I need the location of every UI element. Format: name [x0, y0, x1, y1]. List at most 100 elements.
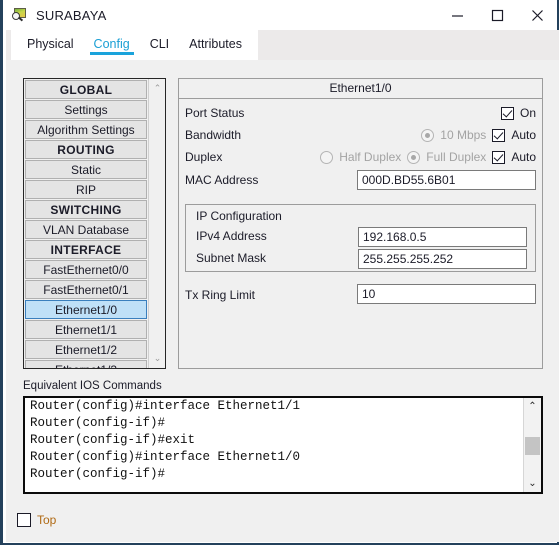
window-controls: [437, 0, 557, 30]
sidebar-item-label: Ethernet1/3: [55, 363, 117, 368]
chevron-down-icon[interactable]: ⌄: [149, 350, 166, 367]
scrollbar-thumb[interactable]: [525, 437, 540, 455]
ipv4-address-label: IPv4 Address: [196, 229, 267, 243]
sidebar-item-fastethernet0-0[interactable]: FastEthernet0/0: [25, 260, 147, 279]
packet-tracer-device-icon: [12, 7, 28, 23]
mac-address-row: MAC Address 000D.BD55.6B01: [179, 168, 542, 192]
full-duplex-label: Full Duplex: [426, 150, 487, 164]
sidebar-item-global[interactable]: GLOBAL: [25, 80, 147, 99]
tab-physical-label: Physical: [27, 37, 74, 51]
half-duplex-label: Half Duplex: [339, 150, 402, 164]
sidebar-item-label: ROUTING: [57, 143, 115, 157]
ip-configuration-group: IP Configuration IPv4 Address 192.168.0.…: [185, 204, 536, 272]
sidebar-scrollbar[interactable]: ⌃ ⌄: [148, 79, 165, 368]
tab-cli-label: CLI: [149, 37, 170, 51]
tx-ring-limit-input[interactable]: 10: [357, 284, 536, 304]
sidebar-item-algorithm-settings[interactable]: Algorithm Settings: [25, 120, 147, 139]
tab-physical[interactable]: Physical: [17, 30, 84, 60]
equivalent-ios-commands-label: Equivalent IOS Commands: [23, 380, 162, 392]
sidebar-item-static[interactable]: Static: [25, 160, 147, 179]
port-status-checkbox[interactable]: [500, 106, 514, 120]
port-status-row: Port Status On: [179, 102, 542, 124]
duplex-auto-label: Auto: [511, 150, 536, 164]
chevron-up-icon[interactable]: ⌃: [149, 80, 166, 97]
sidebar-item-vlan-database[interactable]: VLAN Database: [25, 220, 147, 239]
console-line: Router(config-if)#exit: [30, 433, 196, 447]
ip-configuration-title: IP Configuration: [196, 209, 282, 223]
sidebar-item-ethernet1-0[interactable]: Ethernet1/0: [25, 300, 147, 319]
bandwidth-10mbps-label: 10 Mbps: [440, 128, 487, 142]
duplex-row: Duplex Half Duplex Full Duplex Auto: [179, 146, 542, 168]
close-button[interactable]: [517, 0, 557, 30]
subnet-mask-label: Subnet Mask: [196, 251, 267, 265]
device-config-window: SURABAYA Physical Config CLI Attributes …: [0, 0, 559, 545]
sidebar-item-label: Ethernet1/1: [54, 323, 118, 337]
sidebar-item-label: Ethernet1/2: [54, 343, 118, 357]
window-title: SURABAYA: [36, 7, 107, 23]
bandwidth-row: Bandwidth 10 Mbps Auto: [179, 124, 542, 146]
mac-address-input[interactable]: 000D.BD55.6B01: [357, 170, 536, 190]
equivalent-ios-commands-console[interactable]: Router(config-if)# Router(config)#interf…: [23, 396, 543, 494]
sidebar-item-ethernet1-3[interactable]: Ethernet1/3: [25, 360, 147, 368]
port-status-checkbox-label: On: [519, 106, 536, 120]
bandwidth-10mbps-radio[interactable]: [421, 128, 435, 142]
sidebar-item-rip[interactable]: RIP: [25, 180, 147, 199]
ipv4-address-input[interactable]: 192.168.0.5: [358, 227, 527, 247]
config-sidebar: GLOBAL Settings Algorithm Settings ROUTI…: [23, 78, 166, 369]
sidebar-item-interface[interactable]: INTERFACE: [25, 240, 147, 259]
tab-attributes[interactable]: Attributes: [179, 30, 252, 60]
full-duplex-radio[interactable]: [407, 150, 421, 164]
minimize-button[interactable]: [437, 0, 477, 30]
sidebar-item-label: FastEthernet0/0: [43, 263, 129, 277]
mac-address-label: MAC Address: [185, 173, 259, 187]
sidebar-item-label: SWITCHING: [50, 203, 122, 217]
bandwidth-auto-label: Auto: [511, 128, 536, 142]
tab-cli[interactable]: CLI: [140, 30, 179, 60]
console-scrollbar[interactable]: ⌃ ⌄: [523, 398, 541, 492]
panel-inner: Port Status On Bandwidth 10 Mbps Auto Du…: [179, 102, 542, 304]
sidebar-item-label: FastEthernet0/1: [43, 283, 129, 297]
console-line: Router(config)#interface Ethernet1/0: [30, 450, 301, 464]
console-line: Router(config-if)#: [30, 467, 166, 481]
tab-strip: Physical Config CLI Attributes: [6, 30, 559, 60]
sidebar-item-label: Static: [70, 163, 101, 177]
half-duplex-radio[interactable]: [320, 150, 334, 164]
tab-config-label: Config: [93, 37, 130, 51]
sidebar-item-label: GLOBAL: [59, 83, 113, 97]
panel-title: Ethernet1/0: [179, 79, 542, 99]
sidebar-item-switching[interactable]: SWITCHING: [25, 200, 147, 219]
sidebar-item-fastethernet0-1[interactable]: FastEthernet0/1: [25, 280, 147, 299]
tab-attributes-label: Attributes: [189, 37, 242, 51]
sidebar-item-label: RIP: [75, 183, 96, 197]
bandwidth-label: Bandwidth: [185, 128, 242, 142]
top-checkbox-label: Top: [37, 513, 57, 527]
chevron-down-icon[interactable]: ⌄: [524, 475, 541, 492]
tx-ring-limit-label: Tx Ring Limit: [185, 288, 256, 302]
config-body: GLOBAL Settings Algorithm Settings ROUTI…: [6, 60, 559, 542]
duplex-auto-checkbox[interactable]: [492, 150, 506, 164]
top-checkbox[interactable]: [17, 513, 31, 527]
tab-active-indicator: [89, 52, 134, 55]
window-footer: Top: [6, 501, 559, 541]
interface-config-panel: Ethernet1/0 Port Status On Bandwidth 10 …: [178, 78, 543, 369]
console-line: Router(config-if)#: [30, 416, 166, 430]
port-status-control: On: [500, 106, 536, 120]
tab-config[interactable]: Config: [84, 30, 140, 60]
sidebar-item-label: INTERFACE: [50, 243, 122, 257]
bandwidth-auto-checkbox[interactable]: [492, 128, 506, 142]
duplex-label: Duplex: [185, 150, 223, 164]
config-sidebar-list: GLOBAL Settings Algorithm Settings ROUTI…: [24, 79, 148, 368]
chevron-up-icon[interactable]: ⌃: [524, 398, 541, 415]
sidebar-item-ethernet1-1[interactable]: Ethernet1/1: [25, 320, 147, 339]
sidebar-item-routing[interactable]: ROUTING: [25, 140, 147, 159]
bandwidth-control: 10 Mbps Auto: [421, 128, 536, 142]
console-line: Router(config)#interface Ethernet1/1: [30, 399, 301, 413]
sidebar-item-label: Algorithm Settings: [37, 123, 135, 137]
subnet-mask-input[interactable]: 255.255.255.252: [358, 249, 527, 269]
sidebar-item-settings[interactable]: Settings: [25, 100, 147, 119]
sidebar-item-ethernet1-2[interactable]: Ethernet1/2: [25, 340, 147, 359]
maximize-button[interactable]: [477, 0, 517, 30]
port-status-label: Port Status: [185, 106, 245, 120]
console-text: Router(config-if)# Router(config)#interf…: [25, 398, 523, 492]
sidebar-item-label: Ethernet1/0: [54, 303, 118, 317]
